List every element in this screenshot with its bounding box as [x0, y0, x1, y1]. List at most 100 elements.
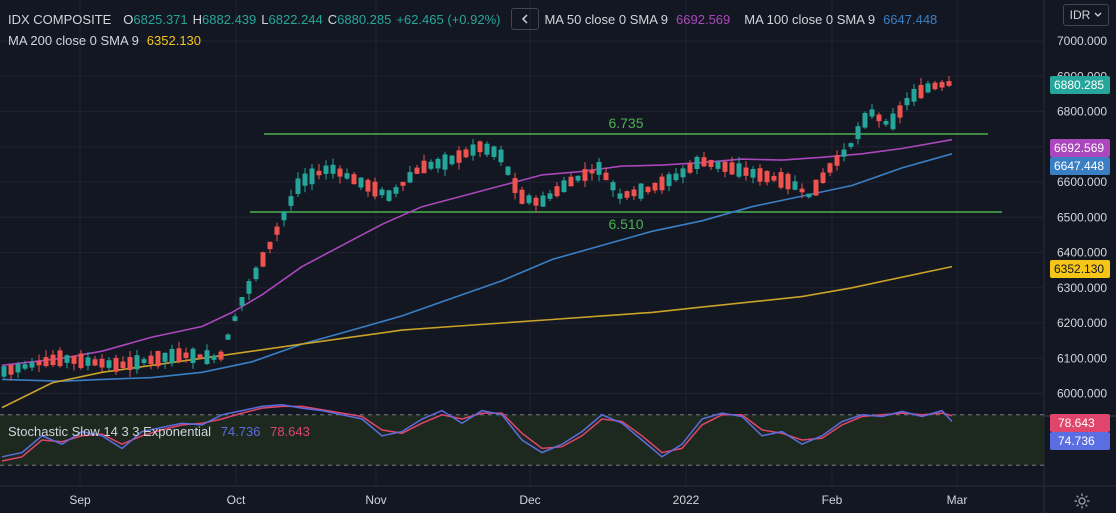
candle	[106, 357, 112, 372]
ma50-name[interactable]: MA 50 close 0 SMA 9	[544, 12, 668, 27]
candle	[519, 186, 525, 205]
candle	[253, 265, 259, 282]
candle	[281, 210, 287, 227]
candle	[883, 118, 889, 127]
candle	[78, 350, 84, 370]
candle	[71, 355, 77, 371]
candle	[57, 347, 63, 368]
candle	[113, 354, 119, 375]
stoch-k-value: 74.736	[220, 424, 261, 439]
candle	[680, 165, 686, 184]
candle	[841, 143, 847, 162]
price-tick: 6400.000	[1057, 246, 1107, 260]
price-tick: 6500.000	[1057, 210, 1107, 224]
candle	[806, 193, 812, 199]
candle	[869, 103, 875, 119]
price-tick: 7000.000	[1057, 34, 1107, 48]
candle	[652, 182, 658, 194]
candle	[498, 145, 504, 166]
price-tick: 6100.000	[1057, 351, 1107, 365]
high-label: H	[192, 11, 203, 27]
ma200-name[interactable]: MA 200 close 0 SMA 9	[8, 33, 139, 48]
candle	[225, 333, 231, 340]
svg-text:6352.130: 6352.130	[1054, 262, 1104, 276]
candle	[876, 112, 882, 128]
time-tick: 2022	[673, 493, 700, 507]
candle	[449, 154, 455, 166]
time-tick: Mar	[947, 493, 968, 507]
candle	[813, 179, 819, 196]
gear-icon[interactable]	[1073, 492, 1091, 510]
candle	[365, 178, 371, 197]
oscillator-name[interactable]: Stochastic Slow 14 3 3 Exponential	[8, 424, 211, 439]
candle	[421, 154, 427, 174]
candle	[645, 185, 651, 195]
candle	[393, 184, 399, 198]
symbol-title[interactable]: IDX COMPOSITE	[8, 12, 111, 27]
close-value: 6880.285	[337, 11, 392, 27]
candle	[708, 159, 714, 171]
candle	[407, 165, 413, 184]
candle	[267, 241, 273, 254]
candle	[820, 168, 826, 184]
candle	[848, 142, 854, 150]
currency-selector[interactable]: IDR	[1063, 4, 1109, 26]
candle	[155, 350, 161, 369]
candle	[792, 175, 798, 191]
ma100-name[interactable]: MA 100 close 0 SMA 9	[744, 12, 875, 27]
close-label: C	[327, 11, 338, 27]
candle	[134, 349, 140, 374]
candle	[855, 122, 861, 145]
candle	[330, 158, 336, 179]
candle	[673, 168, 679, 182]
candle	[491, 145, 497, 160]
ma50-value: 6692.569	[676, 11, 731, 27]
candle	[400, 181, 406, 192]
time-tick: Oct	[227, 493, 246, 507]
candle	[743, 161, 749, 181]
candle	[897, 101, 903, 124]
collapse-legend-button[interactable]	[511, 8, 540, 30]
candle	[477, 140, 483, 158]
candle	[925, 80, 931, 94]
candle	[239, 297, 245, 312]
candle	[771, 172, 777, 183]
price-tick: 6800.000	[1057, 105, 1107, 119]
candle	[918, 77, 924, 100]
candle	[92, 356, 98, 367]
candle	[785, 172, 791, 195]
candle	[15, 361, 21, 378]
candle	[596, 157, 602, 182]
candle	[337, 165, 343, 184]
chevron-down-icon	[1094, 12, 1102, 17]
candle	[351, 171, 357, 185]
candle	[764, 170, 770, 186]
resistance-label: 6.735	[608, 115, 643, 131]
candle	[638, 182, 644, 202]
candle	[190, 347, 196, 369]
candle	[344, 168, 350, 180]
oscillator-legend: Stochastic Slow 14 3 3 Exponential 74.73…	[8, 424, 316, 439]
svg-text:6880.285: 6880.285	[1054, 78, 1104, 92]
candle	[323, 160, 329, 180]
candle	[99, 354, 105, 373]
candle	[715, 161, 721, 173]
candle	[554, 182, 560, 198]
stoch-badge: 78.643	[1050, 414, 1110, 432]
time-tick: Feb	[822, 493, 843, 507]
candle	[1, 365, 7, 379]
candle	[603, 168, 609, 181]
chevron-left-icon	[522, 14, 528, 24]
candle	[302, 168, 308, 193]
candle	[582, 162, 588, 188]
candle	[946, 76, 952, 88]
candle	[456, 146, 462, 170]
candle	[50, 350, 56, 368]
candle	[414, 164, 420, 175]
price-tick: 6000.000	[1057, 387, 1107, 401]
svg-text:78.643: 78.643	[1058, 416, 1095, 430]
candle	[197, 353, 203, 359]
candle	[379, 187, 385, 199]
candle	[862, 111, 868, 129]
support-label: 6.510	[608, 216, 643, 232]
